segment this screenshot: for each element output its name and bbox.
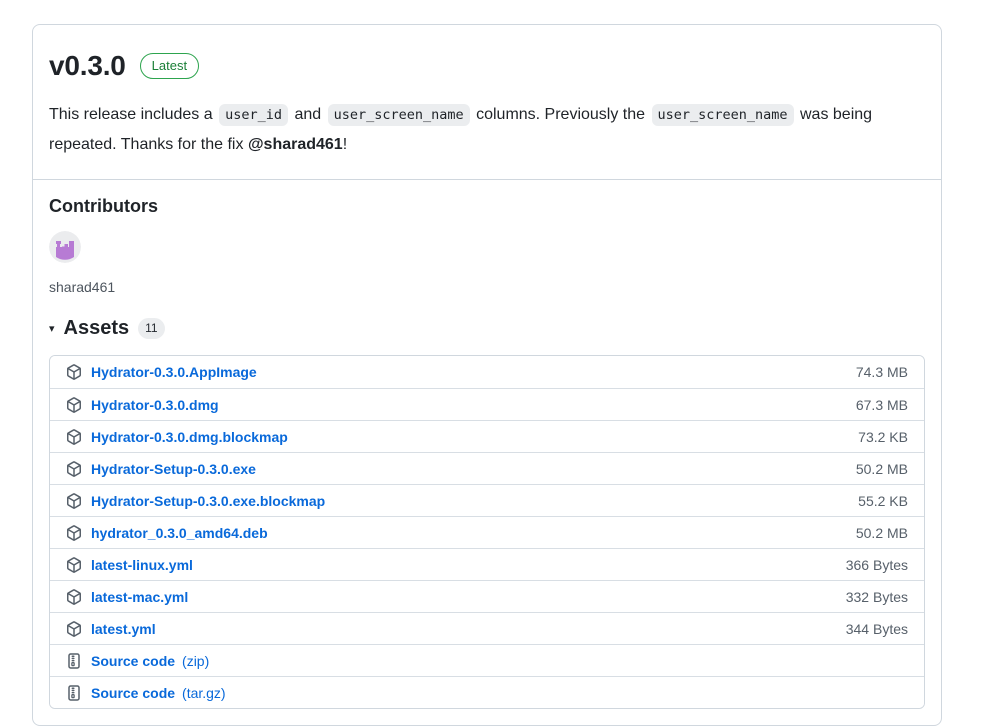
asset-row: Hydrator-0.3.0.AppImage 74.3 MB [50, 356, 924, 388]
asset-row: Hydrator-Setup-0.3.0.exe 50.2 MB [50, 452, 924, 484]
asset-download-link[interactable]: Source code [91, 685, 175, 701]
assets-count-badge: 11 [138, 318, 164, 339]
asset-size: 74.3 MB [856, 364, 908, 380]
avatar[interactable] [49, 231, 81, 263]
release-body: Contributors sharad461 ▾ Assets 11 Hydra… [33, 180, 941, 725]
package-icon [66, 397, 82, 413]
contributors-heading: Contributors [49, 196, 925, 217]
user-mention-link[interactable]: @sharad461 [248, 136, 343, 153]
asset-row: Hydrator-Setup-0.3.0.exe.blockmap 55.2 K… [50, 484, 924, 516]
package-icon [66, 493, 82, 509]
asset-download-link[interactable]: Source code [91, 653, 175, 669]
description-text: ! [343, 136, 347, 153]
asset-download-link[interactable]: latest-mac.yml [91, 589, 188, 605]
latest-badge: Latest [140, 53, 199, 79]
asset-size: 50.2 MB [856, 461, 908, 477]
asset-size: 332 Bytes [846, 589, 908, 605]
asset-suffix-link[interactable]: (zip) [182, 653, 209, 669]
release-header: v0.3.0 Latest This release includes a us… [33, 25, 941, 180]
asset-size: 55.2 KB [858, 493, 908, 509]
asset-size: 366 Bytes [846, 557, 908, 573]
asset-suffix-link[interactable]: (tar.gz) [182, 685, 226, 701]
package-icon [66, 525, 82, 541]
asset-download-link[interactable]: hydrator_0.3.0_amd64.deb [91, 525, 268, 541]
asset-download-link[interactable]: Hydrator-Setup-0.3.0.exe.blockmap [91, 493, 325, 509]
assets-table: Hydrator-0.3.0.AppImage 74.3 MB Hydrator… [49, 355, 925, 709]
caret-down-icon: ▾ [49, 322, 55, 335]
asset-size: 344 Bytes [846, 621, 908, 637]
inline-code: user_screen_name [652, 104, 794, 126]
assets-toggle[interactable]: ▾ Assets 11 [49, 317, 925, 340]
file-zip-icon [66, 685, 82, 701]
release-description: This release includes a user_id and user… [49, 100, 879, 159]
asset-row: latest.yml 344 Bytes [50, 612, 924, 644]
release-card: v0.3.0 Latest This release includes a us… [32, 24, 942, 726]
description-text: columns. Previously the [472, 106, 650, 123]
asset-row: Hydrator-0.3.0.dmg.blockmap 73.2 KB [50, 420, 924, 452]
asset-download-link[interactable]: Hydrator-Setup-0.3.0.exe [91, 461, 256, 477]
asset-size: 50.2 MB [856, 525, 908, 541]
asset-row: Hydrator-0.3.0.dmg 67.3 MB [50, 388, 924, 420]
asset-row: Source code (zip) [50, 644, 924, 676]
package-icon [66, 621, 82, 637]
asset-row: latest-mac.yml 332 Bytes [50, 580, 924, 612]
identicon-avatar [49, 231, 81, 263]
package-icon [66, 364, 82, 380]
release-title-row: v0.3.0 Latest [49, 50, 925, 82]
asset-download-link[interactable]: Hydrator-0.3.0.AppImage [91, 364, 257, 380]
package-icon [66, 557, 82, 573]
package-icon [66, 429, 82, 445]
file-zip-icon [66, 653, 82, 669]
package-icon [66, 589, 82, 605]
contributor-name: sharad461 [49, 279, 925, 295]
description-text: and [290, 106, 326, 123]
release-title: v0.3.0 [49, 50, 126, 82]
inline-code: user_id [219, 104, 288, 126]
asset-download-link[interactable]: latest.yml [91, 621, 156, 637]
asset-row: Source code (tar.gz) [50, 676, 924, 708]
asset-size: 67.3 MB [856, 397, 908, 413]
asset-size: 73.2 KB [858, 429, 908, 445]
asset-row: hydrator_0.3.0_amd64.deb 50.2 MB [50, 516, 924, 548]
assets-heading: Assets [64, 317, 130, 340]
asset-row: latest-linux.yml 366 Bytes [50, 548, 924, 580]
inline-code: user_screen_name [328, 104, 470, 126]
asset-download-link[interactable]: Hydrator-0.3.0.dmg [91, 397, 219, 413]
asset-download-link[interactable]: Hydrator-0.3.0.dmg.blockmap [91, 429, 288, 445]
package-icon [66, 461, 82, 477]
asset-download-link[interactable]: latest-linux.yml [91, 557, 193, 573]
description-text: This release includes a [49, 106, 217, 123]
